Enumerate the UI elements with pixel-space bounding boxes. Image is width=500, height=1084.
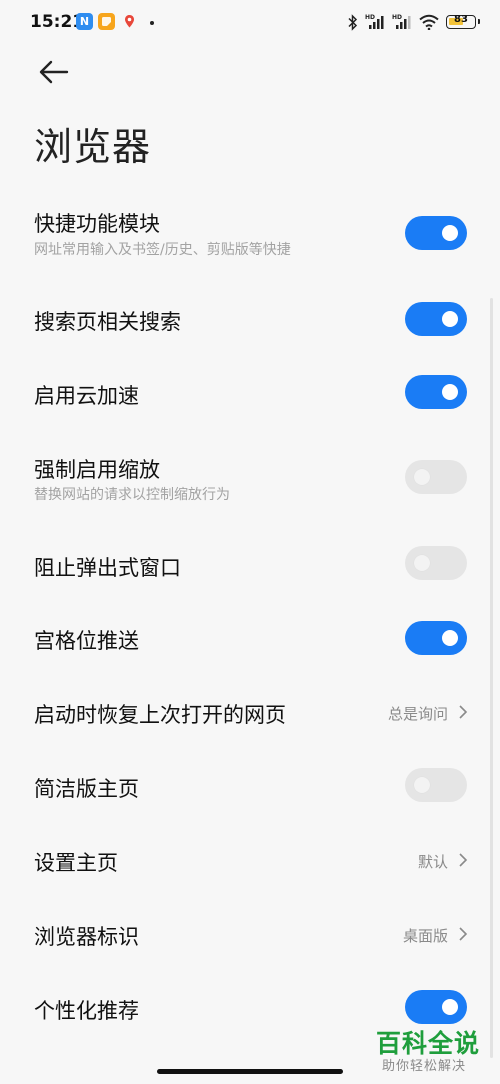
toggle-switch[interactable]: [405, 375, 467, 409]
toggle-switch[interactable]: [405, 621, 467, 655]
notification-dot: [150, 21, 154, 25]
watermark-subtitle: 助你轻松解决: [382, 1059, 467, 1074]
setting-value: 总是询问: [387, 705, 448, 723]
svg-text:HD: HD: [392, 14, 402, 21]
setting-title: 阻止弹出式窗口: [34, 556, 181, 580]
notes-app-icon: [98, 13, 115, 30]
back-arrow-icon[interactable]: [38, 58, 70, 86]
setting-title: 强制启用缩放: [34, 458, 160, 482]
page-title: 浏览器: [34, 125, 152, 169]
battery-level: 83: [454, 14, 468, 25]
location-app-icon: [121, 13, 138, 30]
setting-subtitle: 网址常用输入及书签/历史、剪贴版等快捷: [34, 242, 291, 258]
toggle-switch[interactable]: [405, 768, 467, 802]
setting-title: 设置主页: [34, 851, 118, 875]
setting-value: 默认: [417, 853, 448, 871]
setting-title: 快捷功能模块: [34, 212, 160, 236]
setting-title: 启动时恢复上次打开的网页: [34, 703, 286, 727]
setting-title: 简洁版主页: [34, 777, 139, 801]
setting-title: 搜索页相关搜索: [34, 310, 181, 334]
home-indicator[interactable]: [157, 1069, 343, 1074]
setting-title: 个性化推荐: [34, 999, 139, 1023]
setting-title: 宫格位推送: [34, 629, 139, 653]
setting-value: 桌面版: [402, 927, 448, 945]
toggle-switch[interactable]: [405, 460, 467, 494]
chevron-right-icon: [459, 705, 468, 719]
status-bar: 15:21 N HD HD 83: [0, 0, 500, 44]
battery-icon: 83: [446, 14, 480, 29]
n-app-icon: N: [76, 13, 93, 30]
toggle-switch[interactable]: [405, 546, 467, 580]
scrollbar[interactable]: [490, 298, 493, 1058]
hd-signal-icon: HD: [365, 14, 384, 29]
setting-title: 启用云加速: [34, 384, 139, 408]
svg-text:HD: HD: [365, 14, 375, 21]
chevron-right-icon: [459, 853, 468, 867]
toggle-switch[interactable]: [405, 216, 467, 250]
toggle-switch[interactable]: [405, 990, 467, 1024]
wifi-icon: [419, 14, 439, 30]
bluetooth-icon: [348, 13, 358, 31]
setting-title: 浏览器标识: [34, 925, 139, 949]
hd-signal-icon: HD: [392, 14, 411, 29]
setting-subtitle: 替换网站的请求以控制缩放行为: [34, 487, 230, 503]
toggle-switch[interactable]: [405, 302, 467, 336]
chevron-right-icon: [459, 927, 468, 941]
